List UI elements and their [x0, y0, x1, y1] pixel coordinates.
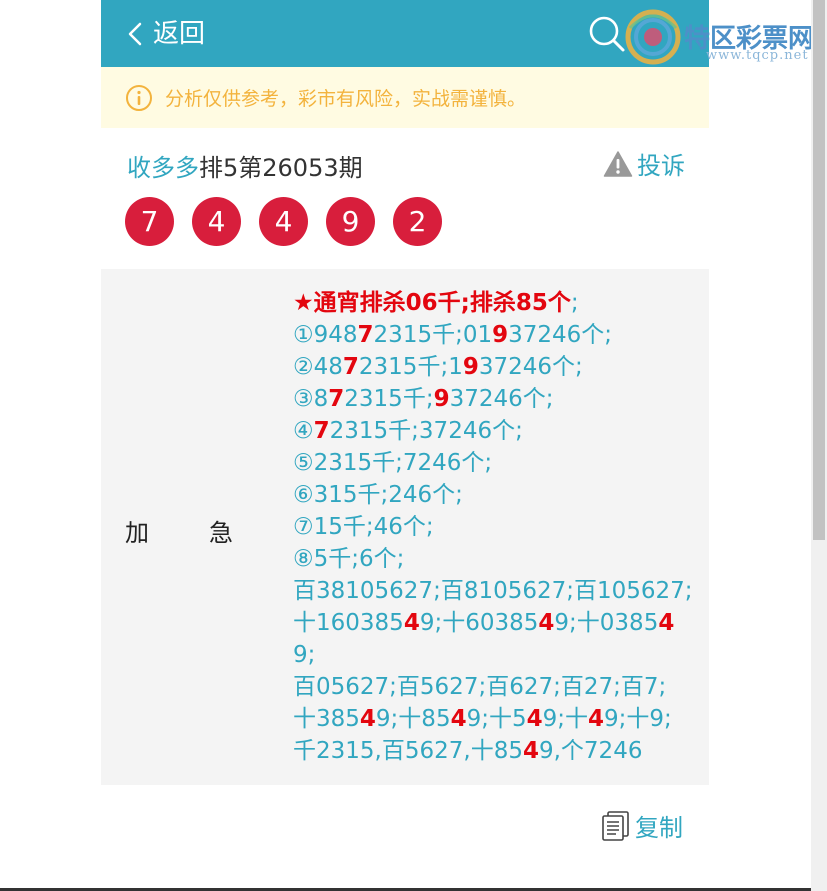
author-link[interactable]: 收多多	[127, 154, 199, 182]
report-label: 投诉	[637, 152, 685, 180]
highlighted-segment: 4	[588, 706, 605, 732]
highlighted-segment: 7	[328, 386, 345, 412]
highlighted-segment: 4	[538, 610, 555, 636]
text-segment: 37246个;	[508, 322, 613, 348]
text-segment: 9;十	[542, 706, 589, 732]
number-ball: 4	[259, 197, 308, 246]
text-segment: 百05627;百5627;百627;百27;百7;	[293, 674, 667, 700]
prediction-line: ⑧5千;6个;	[293, 543, 697, 575]
text-segment: 十385	[293, 706, 360, 732]
text-segment: ⑦15千;46个;	[293, 514, 434, 540]
highlighted-segment: 4	[450, 706, 467, 732]
number-ball: 7	[125, 197, 174, 246]
prediction-box: 加急 ★通宵排杀06千;排杀85个; ①94872315千;01937246个; ②…	[101, 269, 709, 785]
prediction-line: ②4872315千;1937246个;	[293, 351, 697, 383]
search-button[interactable]	[587, 14, 627, 54]
highlighted-segment: 9	[492, 322, 509, 348]
text-segment: 9;十9;	[604, 706, 672, 732]
text-segment: ⑧5千;6个;	[293, 546, 405, 572]
prediction-text: ★通宵排杀06千;排杀85个; ①94872315千;01937246个; ②487…	[293, 287, 697, 767]
text-segment: 9;十0385	[554, 610, 659, 636]
highlighted-segment: 4	[359, 706, 376, 732]
text-segment: 9;	[293, 642, 316, 668]
text-segment: 百38105627;百8105627;百105627;	[293, 578, 693, 604]
text-segment: ③8	[293, 386, 329, 412]
highlighted-segment: 4	[403, 610, 420, 636]
text-segment: 9;十5	[466, 706, 527, 732]
number-ball: 4	[192, 197, 241, 246]
text-segment: ;	[570, 290, 579, 316]
issue-row: 收多多排5第26053期 投诉	[127, 144, 685, 184]
highlighted-segment: 7	[342, 354, 359, 380]
issue-name: 排5第26053期	[199, 154, 363, 182]
text-segment: ①948	[293, 322, 358, 348]
number-ball: 9	[326, 197, 375, 246]
prediction-line: 十16038549;十6038549;十03854	[293, 607, 697, 639]
prediction-line: ★通宵排杀06千;排杀85个;	[293, 287, 697, 319]
text-segment: ②48	[293, 354, 343, 380]
text-segment: 2315千;37246个;	[329, 418, 523, 444]
prediction-line: ⑦15千;46个;	[293, 511, 697, 543]
highlighted-segment: 7	[313, 418, 330, 444]
text-segment: 9;十60385	[419, 610, 539, 636]
copy-document-icon	[602, 810, 629, 841]
text-segment: 37246个;	[478, 354, 583, 380]
search-icon	[589, 16, 625, 52]
highlighted-segment: 7	[357, 322, 374, 348]
risk-notice: 分析仅供参考，彩市有风险，实战需谨慎。	[101, 67, 709, 128]
info-circle-icon	[126, 84, 152, 111]
number-ball: 2	[393, 197, 442, 246]
report-button[interactable]: 投诉	[603, 146, 685, 181]
text-segment: 37246个;	[449, 386, 554, 412]
text-segment: 2315千;1	[358, 354, 463, 380]
copy-label: 复制	[635, 814, 683, 842]
highlighted-segment: ★通宵排杀06千;排杀85个	[293, 290, 571, 316]
prediction-line: 9;	[293, 639, 697, 671]
highlighted-segment: 4	[522, 738, 539, 764]
highlighted-segment: 4	[658, 610, 675, 636]
prediction-line: ⑤2315千;7246个;	[293, 447, 697, 479]
highlighted-segment: 9	[433, 386, 450, 412]
highlighted-segment: 9	[462, 354, 479, 380]
prediction-line: 十38549;十8549;十549;十49;十9;	[293, 703, 697, 735]
row-label: 加急	[125, 513, 293, 548]
copy-button[interactable]: 复制	[601, 808, 683, 843]
scrollbar-thumb[interactable]	[813, 0, 825, 540]
vertical-scrollbar[interactable]	[811, 0, 827, 891]
prediction-line: ⑥315千;246个;	[293, 479, 697, 511]
text-segment: 2315千;	[344, 386, 434, 412]
text-segment: ④	[293, 418, 314, 444]
row-label-part: 加	[125, 519, 149, 547]
watermark-url: www.tqcp.net	[706, 48, 809, 63]
text-segment: ⑤2315千;7246个;	[293, 450, 493, 476]
text-segment: 9;十85	[375, 706, 451, 732]
app-container: 返回 分析仅供参考，彩市有风险，实战需谨慎。 收多多排5第26053期 投诉 7…	[101, 0, 709, 891]
issue-title: 收多多排5第26053期	[127, 148, 363, 183]
notice-text: 分析仅供参考，彩市有风险，实战需谨慎。	[165, 88, 527, 110]
row-label-part: 急	[209, 519, 233, 547]
text-segment: 千2315,百5627,十85	[293, 738, 523, 764]
text-segment: 9,个7246	[538, 738, 643, 764]
back-button[interactable]: 返回	[125, 14, 205, 54]
draw-result-balls: 7 4 4 9 2	[125, 197, 460, 246]
prediction-line: ③872315千;937246个;	[293, 383, 697, 415]
chevron-left-icon	[128, 22, 142, 46]
prediction-line: 千2315,百5627,十8549,个7246	[293, 735, 697, 767]
prediction-line: 百05627;百5627;百627;百27;百7;	[293, 671, 697, 703]
prediction-line: ④72315千;37246个;	[293, 415, 697, 447]
text-segment: ⑥315千;246个;	[293, 482, 463, 508]
top-header: 返回	[101, 0, 709, 67]
text-segment: 2315千;01	[373, 322, 493, 348]
text-segment: 十160385	[293, 610, 404, 636]
prediction-line: 百38105627;百8105627;百105627;	[293, 575, 697, 607]
highlighted-segment: 4	[526, 706, 543, 732]
warning-icon	[603, 150, 633, 177]
prediction-line: ①94872315千;01937246个;	[293, 319, 697, 351]
back-label: 返回	[153, 19, 206, 49]
